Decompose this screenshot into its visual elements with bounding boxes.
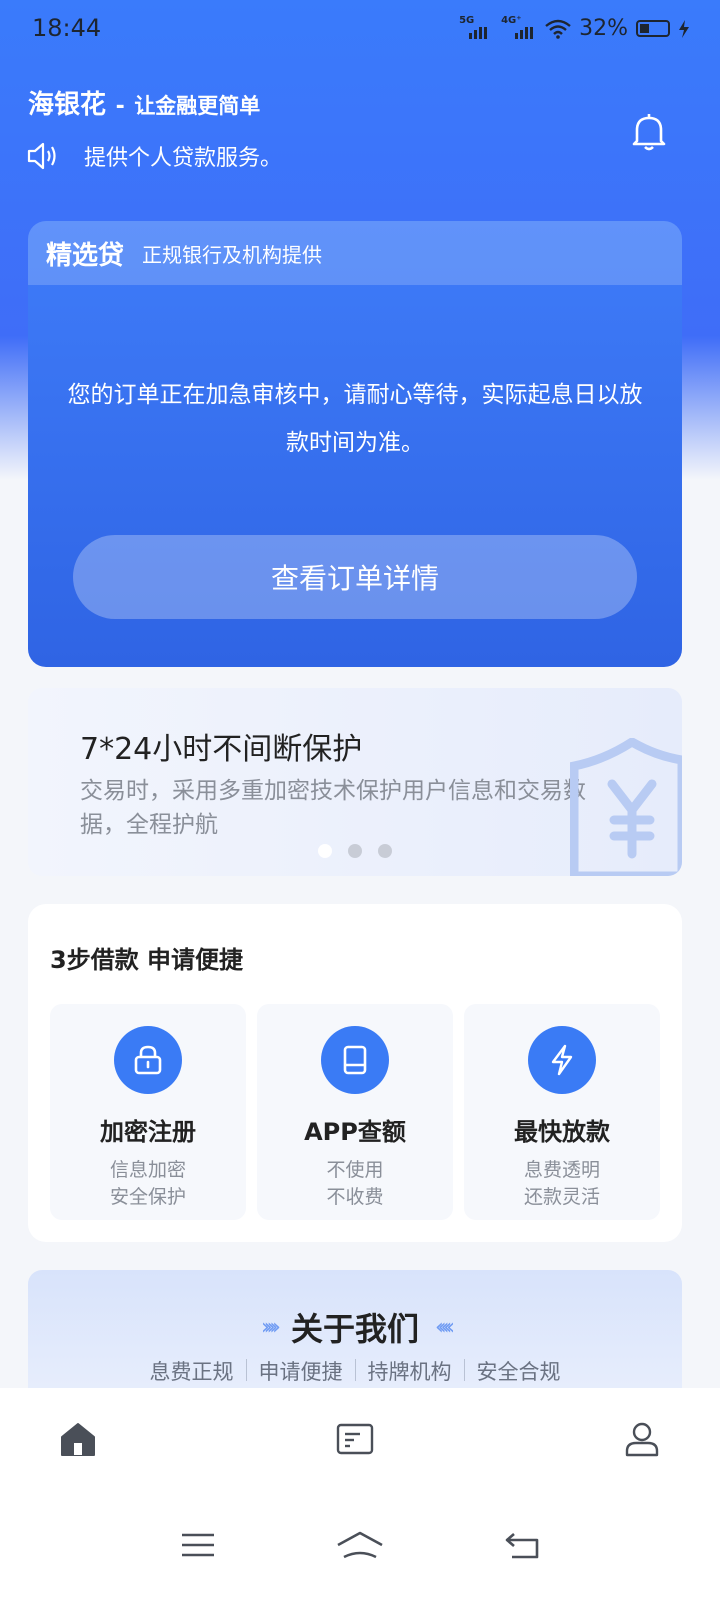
order-status-line-2: 款时间为准。 [286,430,424,456]
step-encrypted-register[interactable]: 加密注册 信息加密 安全保护 [50,1004,246,1220]
notice-text: 提供个人贷款服务。 [84,146,283,171]
carousel-dot[interactable] [318,844,332,858]
about-tag: 息费正规 [149,1360,234,1384]
status-bar: 18:44 5G 4G⁺ 32% [0,0,720,58]
lock-icon [114,1026,182,1094]
notice-bar[interactable]: 提供个人贷款服务。 [26,140,282,172]
loan-card-header: 精选贷 正规银行及机构提供 [28,221,682,285]
promo-banner[interactable]: 7*24小时不间断保护 交易时，采用多重加密技术保护用户信息和交易数 据，全程护… [28,688,682,876]
step-desc-line-2: 还款灵活 [523,1186,600,1208]
battery-icon [636,20,670,37]
steps-title: 3步借款 申请便捷 [50,946,244,974]
loan-subtitle: 正规银行及机构提供 [142,242,323,267]
tab-profile[interactable] [453,1388,720,1490]
home-icon [61,1423,96,1456]
loan-steps-card: 3步借款 申请便捷 加密注册 信息加密 安全保护 APP查额 不使用 不收费 最… [28,904,682,1242]
back-icon[interactable] [504,1530,540,1560]
banner-description-line-1: 交易时，采用多重加密技术保护用户信息和交易数 [80,778,586,804]
menu-icon[interactable] [180,1531,216,1559]
chevrons-left-icon: ‹‹‹‹‹ [435,1314,455,1340]
carousel-dot[interactable] [378,844,392,858]
battery-percent: 32% [579,16,628,41]
brand-separator: - [115,94,125,119]
carousel-dot[interactable] [348,844,362,858]
step-app-check-limit[interactable]: APP查额 不使用 不收费 [257,1004,453,1220]
banner-title: 7*24小时不间断保护 [80,732,363,767]
system-home-icon[interactable] [335,1529,385,1561]
tab-home[interactable] [0,1388,277,1490]
tab-orders[interactable] [277,1388,454,1490]
step-desc-line-1: 息费透明 [523,1159,600,1181]
view-order-details-button[interactable]: 查看订单详情 [73,535,637,619]
speaker-icon [27,142,56,170]
net2-label: 4G⁺ [501,14,522,26]
banner-description-line-2: 据，全程护航 [80,812,218,838]
about-tag: 持牌机构 [367,1360,452,1384]
step-fast-disbursement[interactable]: 最快放款 息费透明 还款灵活 [464,1004,660,1220]
step-desc-line-2: 安全保护 [109,1186,186,1208]
shield-yuan-icon [570,738,682,876]
chevrons-right-icon: ››››› [260,1314,281,1340]
bottom-tab-bar [0,1388,720,1490]
charging-icon [679,19,689,38]
profile-icon [625,1422,658,1457]
step-desc-line-1: 不使用 [326,1159,384,1181]
status-icons: 5G 4G⁺ 32% [459,15,690,41]
wifi-icon [545,19,571,39]
about-title: 关于我们 [290,1310,419,1348]
order-status-message: 您的订单正在加急审核中，请耐心等待，实际起息日以放 款时间为准。 [34,371,676,467]
system-navigation-bar [0,1490,720,1600]
5g-signal-icon: 5G [459,15,489,39]
lightning-icon [528,1026,596,1094]
banner-description: 交易时，采用多重加密技术保护用户信息和交易数 据，全程护航 [80,774,640,842]
4g-signal-icon: 4G⁺ [501,15,537,39]
step-desc-line-1: 信息加密 [109,1159,186,1181]
loan-title: 精选贷 [46,240,125,271]
about-title-row: ››››› 关于我们 ‹‹‹‹‹ [28,1304,682,1350]
app-name: 海银花 [28,90,107,120]
app-slogan: 让金融更简单 [134,94,261,118]
net1-label: 5G [459,14,475,26]
step-desc-line-2: 不收费 [326,1186,384,1208]
carousel-dots [318,844,392,858]
about-tags: 息费正规 申请便捷 持牌机构 安全合规 [28,1356,682,1386]
tablet-icon [321,1026,389,1094]
step-name: APP查额 [304,1118,406,1146]
about-tag: 申请便捷 [258,1360,343,1384]
loan-card: 精选贷 正规银行及机构提供 您的订单正在加急审核中，请耐心等待，实际起息日以放 … [28,221,682,667]
bell-icon[interactable] [630,112,668,152]
order-status-line-1: 您的订单正在加急审核中，请耐心等待，实际起息日以放 [67,382,643,408]
brand-header: 海银花 - 让金融更简单 [28,84,260,121]
step-name: 最快放款 [514,1118,610,1146]
about-tag: 安全合规 [476,1360,561,1384]
step-name: 加密注册 [100,1118,196,1146]
status-time: 18:44 [32,14,102,42]
document-icon [336,1423,374,1455]
